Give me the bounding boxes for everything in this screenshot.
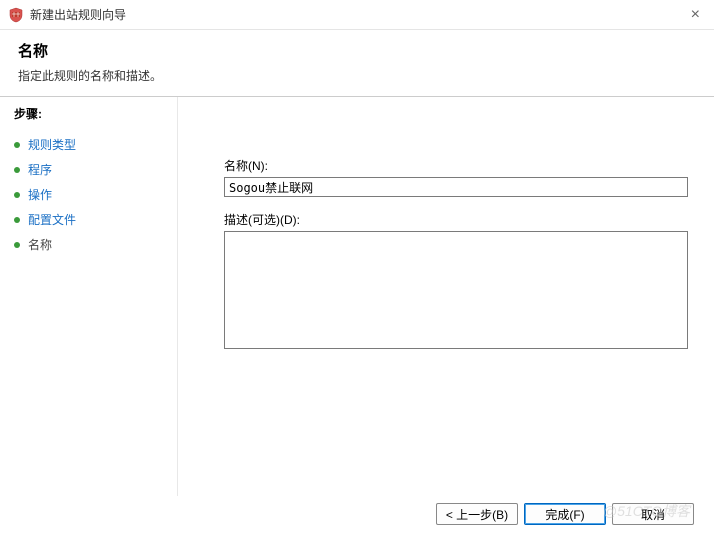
step-label: 名称 (28, 236, 52, 253)
step-label: 规则类型 (28, 136, 76, 153)
back-button[interactable]: < 上一步(B) (436, 503, 518, 525)
description-textarea[interactable] (224, 231, 688, 349)
bullet-icon (14, 192, 20, 198)
description-label: 描述(可选)(D): (224, 211, 688, 228)
bullet-icon (14, 142, 20, 148)
step-name[interactable]: 名称 (14, 232, 177, 257)
wizard-header: 名称 指定此规则的名称和描述。 (0, 30, 714, 96)
wizard-main: 名称(N): 描述(可选)(D): (178, 97, 714, 496)
page-title: 名称 (18, 40, 696, 61)
window-title: 新建出站规则向导 (30, 6, 126, 23)
cancel-button[interactable]: 取消 (612, 503, 694, 525)
bullet-icon (14, 217, 20, 223)
wizard-footer: < 上一步(B) 完成(F) 取消 (436, 503, 694, 525)
bullet-icon (14, 242, 20, 248)
bullet-icon (14, 167, 20, 173)
step-label: 操作 (28, 186, 52, 203)
title-bar: 新建出站规则向导 × (0, 0, 714, 30)
name-input[interactable] (224, 177, 688, 197)
page-subtitle: 指定此规则的名称和描述。 (18, 67, 696, 84)
name-label: 名称(N): (224, 157, 688, 174)
step-program[interactable]: 程序 (14, 157, 177, 182)
step-profile[interactable]: 配置文件 (14, 207, 177, 232)
step-label: 程序 (28, 161, 52, 178)
step-rule-type[interactable]: 规则类型 (14, 132, 177, 157)
wizard-sidebar: 步骤: 规则类型 程序 操作 配置文件 名称 (0, 97, 178, 496)
firewall-icon (8, 7, 24, 23)
step-action[interactable]: 操作 (14, 182, 177, 207)
steps-heading: 步骤: (14, 105, 177, 122)
finish-button[interactable]: 完成(F) (524, 503, 606, 525)
step-label: 配置文件 (28, 211, 76, 228)
close-icon[interactable]: × (685, 6, 706, 24)
